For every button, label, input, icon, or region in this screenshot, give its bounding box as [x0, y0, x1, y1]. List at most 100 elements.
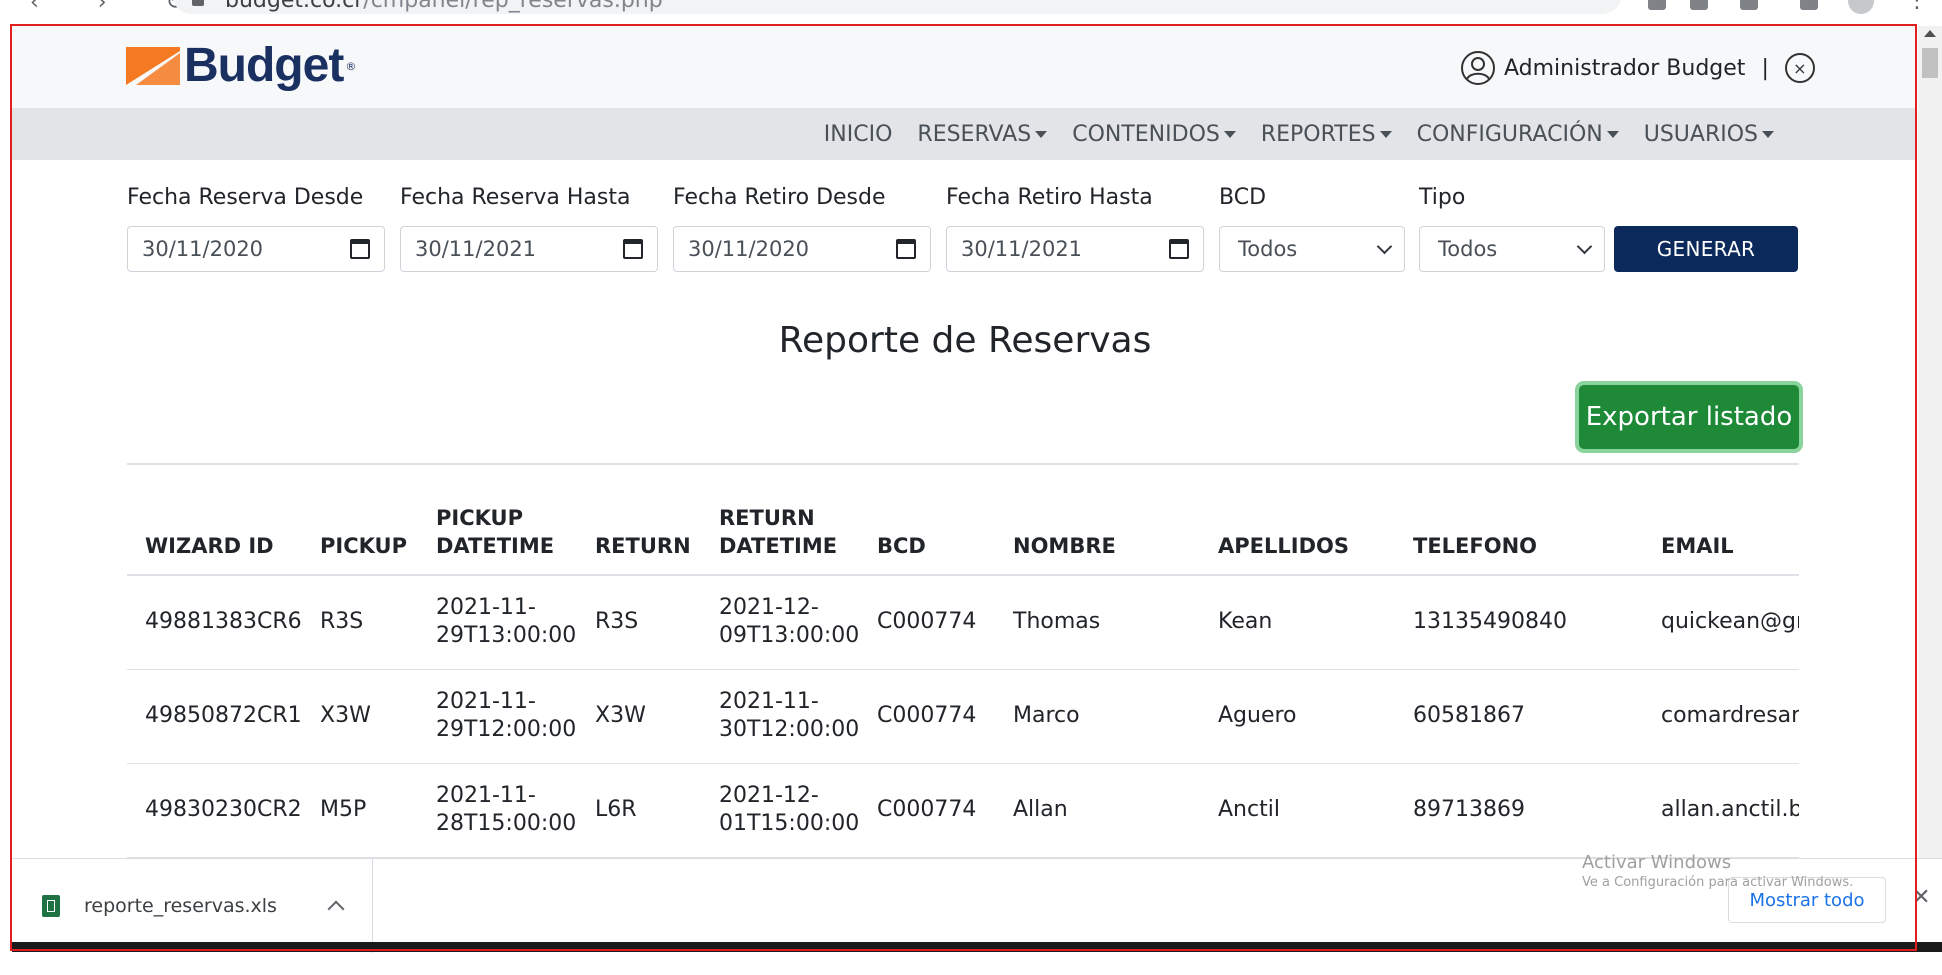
filter-bcd: BCD: [1219, 185, 1266, 210]
caret-down-icon: [1379, 130, 1392, 138]
nav-item-contenidos[interactable]: CONTENIDOS: [1072, 122, 1236, 147]
table-row[interactable]: 49881383CR6 R3S 2021-11-29T13:00:00 R3S …: [127, 575, 1799, 670]
cell-return-datetime: 2021-11-30T12:00:00: [701, 669, 859, 764]
watermark-subtitle: Ve a Configuración para activar Windows.: [1582, 875, 1854, 890]
column-header-return-datetime[interactable]: RETURN DATETIME: [701, 465, 859, 576]
scrollbar-thumb[interactable]: [1922, 48, 1938, 78]
filter-fecha-reserva-hasta: Fecha Reserva Hasta: [400, 185, 630, 210]
page-scrollbar[interactable]: [1918, 26, 1942, 940]
user-circle-icon[interactable]: [1460, 50, 1496, 86]
column-header-pickup[interactable]: PICKUP: [302, 465, 418, 576]
nav-item-usuarios[interactable]: USUARIOS: [1644, 122, 1774, 147]
filter-fecha-retiro-hasta: Fecha Retiro Hasta: [946, 185, 1153, 210]
bcd-label: BCD: [1219, 185, 1267, 210]
main-navbar: INICIO RESERVAS CONTENIDOS REPORTES CONF…: [12, 108, 1916, 160]
column-header-apellidos[interactable]: APELLIDOS: [1200, 465, 1395, 576]
caret-down-icon: [1035, 130, 1048, 138]
cell-nombre: Thomas: [995, 575, 1200, 670]
watermark-title: Activar Windows: [1582, 852, 1732, 873]
windows-activation-watermark: Activar Windows Ve a Configuración para …: [1582, 852, 1853, 890]
download-item[interactable]: reporte_reservas.xls: [42, 859, 373, 953]
cell-wizard-id: 49850872CR1: [127, 669, 302, 764]
cell-bcd: C000774: [859, 575, 995, 670]
nav-menu: INICIO RESERVAS CONTENIDOS REPORTES CONF…: [799, 108, 1774, 160]
nav-item-inicio[interactable]: INICIO: [824, 122, 893, 147]
page-title: Reporte de Reservas: [778, 320, 1152, 361]
browser-menu-icon[interactable]: ⋮: [1906, 0, 1928, 13]
column-header-pickup-datetime[interactable]: PICKUP DATETIME: [418, 465, 577, 576]
column-header-telefono[interactable]: TELEFONO: [1395, 465, 1643, 576]
table-header-row: WIZARD ID PICKUP PICKUP DATETIME RETURN …: [127, 465, 1799, 576]
cell-return: R3S: [577, 575, 701, 670]
logout-close-icon[interactable]: ×: [1784, 53, 1815, 83]
column-header-wizard-id[interactable]: WIZARD ID: [127, 465, 302, 576]
cell-bcd: C000774: [859, 669, 995, 764]
nav-item-reservas[interactable]: RESERVAS: [917, 122, 1048, 147]
close-icon[interactable]: ✕: [1912, 885, 1930, 910]
profile-avatar[interactable]: [1848, 0, 1874, 14]
address-bar-url[interactable]: budget.co.cr/cmpanel/rep_reservas.php: [225, 0, 663, 13]
cell-telefono: 60581867: [1395, 669, 1643, 764]
cell-wizard-id: 49830230CR2: [127, 763, 302, 858]
download-file-name[interactable]: reporte_reservas.xls: [84, 895, 330, 917]
caret-down-icon: [1606, 130, 1619, 138]
cell-email: allan.anctil.biz: [1643, 763, 1799, 858]
tipo-select[interactable]: Todos: [1419, 226, 1605, 272]
admin-name[interactable]: Administrador Budget: [1504, 56, 1745, 81]
extensions-icon[interactable]: [1800, 0, 1818, 10]
cell-wizard-id: 49881383CR6: [127, 575, 302, 670]
cell-email: comardresan(: [1643, 669, 1799, 764]
fecha-retiro-desde-input[interactable]: 30/11/2020: [673, 226, 931, 272]
cell-return: X3W: [577, 669, 701, 764]
cell-pickup: M5P: [302, 763, 418, 858]
share-icon[interactable]: [1690, 0, 1708, 10]
tipo-label: Tipo: [1419, 185, 1466, 210]
calendar-icon[interactable]: [896, 239, 916, 259]
cell-nombre: Allan: [995, 763, 1200, 858]
fecha-reserva-desde-input[interactable]: 30/11/2020: [127, 226, 385, 272]
caret-down-icon: [1762, 130, 1774, 138]
excel-file-icon: [42, 895, 60, 917]
scroll-up-arrow-icon[interactable]: [1924, 30, 1936, 37]
fecha-reserva-hasta-input[interactable]: 30/11/2021: [400, 226, 658, 272]
reservations-table[interactable]: WIZARD ID PICKUP PICKUP DATETIME RETURN …: [127, 463, 1799, 860]
bookmark-star-icon[interactable]: [1740, 0, 1758, 10]
logo-registered-mark: ®: [345, 59, 357, 73]
caret-down-icon: [1223, 130, 1236, 138]
fecha-retiro-hasta-input[interactable]: 30/11/2021: [946, 226, 1204, 272]
budget-logo[interactable]: Budget ®: [126, 42, 356, 90]
cell-email: quickean@gm: [1643, 575, 1799, 670]
column-header-email[interactable]: EMAIL: [1643, 465, 1799, 576]
generate-button[interactable]: GENERAR: [1614, 226, 1798, 272]
cell-bcd: C000774: [859, 763, 995, 858]
fecha-reserva-desde-label: Fecha Reserva Desde: [127, 185, 364, 210]
column-header-nombre[interactable]: NOMBRE: [995, 465, 1200, 576]
cell-telefono: 89713869: [1395, 763, 1643, 858]
cell-pickup-datetime: 2021-11-29T13:00:00: [418, 575, 577, 670]
cell-return-datetime: 2021-12-09T13:00:00: [701, 575, 859, 670]
cell-pickup-datetime: 2021-11-28T15:00:00: [418, 763, 577, 858]
chevron-up-icon[interactable]: [327, 900, 345, 918]
column-header-return[interactable]: RETURN: [577, 465, 701, 576]
calendar-icon[interactable]: [1169, 239, 1189, 259]
bcd-select[interactable]: Todos: [1219, 226, 1405, 272]
cell-pickup: R3S: [302, 575, 418, 670]
calendar-icon[interactable]: [623, 239, 643, 259]
filter-fecha-retiro-desde: Fecha Retiro Desde: [673, 185, 886, 210]
nav-item-reportes[interactable]: REPORTES: [1261, 122, 1392, 147]
export-list-button[interactable]: Exportar listado: [1579, 385, 1799, 449]
cell-return: L6R: [577, 763, 701, 858]
nav-item-configuracion[interactable]: CONFIGURACIÓN: [1417, 122, 1619, 147]
cell-pickup-datetime: 2021-11-29T12:00:00: [418, 669, 577, 764]
column-header-bcd[interactable]: BCD: [859, 465, 995, 576]
table-row[interactable]: 49850872CR1 X3W 2021-11-29T12:00:00 X3W …: [127, 669, 1799, 764]
table-row[interactable]: 49830230CR2 M5P 2021-11-28T15:00:00 L6R …: [127, 763, 1799, 858]
user-menu: Administrador Budget | ×: [1460, 50, 1815, 86]
chevron-down-icon: [1576, 238, 1593, 255]
cell-pickup: X3W: [302, 669, 418, 764]
translate-icon[interactable]: [1648, 0, 1666, 10]
header-separator: |: [1761, 55, 1769, 81]
calendar-icon[interactable]: [350, 239, 370, 259]
fecha-reserva-hasta-label: Fecha Reserva Hasta: [400, 185, 631, 210]
browser-toolbar: ‹ › ↻ budget.co.cr/cmpanel/rep_reservas.…: [0, 0, 1942, 16]
